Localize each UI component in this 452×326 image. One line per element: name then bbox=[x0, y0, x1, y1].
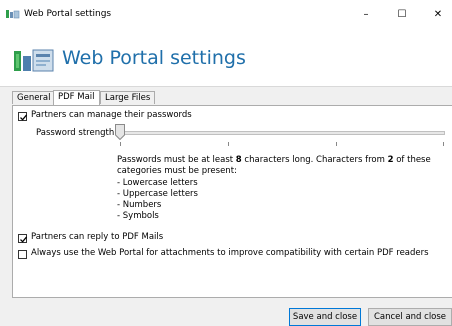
category-item: - Symbols bbox=[117, 211, 159, 222]
checkmark-icon bbox=[20, 236, 28, 243]
save-and-close-button[interactable]: Save and close bbox=[289, 308, 361, 326]
always-use-portal-label: Always use the Web Portal for attachment… bbox=[31, 248, 429, 258]
slider-tick bbox=[228, 142, 229, 146]
window-title: Web Portal settings bbox=[24, 9, 112, 19]
title-bar: Web Portal settings – ☐ ✕ bbox=[0, 0, 452, 28]
maximize-icon: ☐ bbox=[397, 8, 407, 20]
password-strength-label: Password strength bbox=[36, 128, 115, 138]
close-button[interactable]: ✕ bbox=[420, 0, 452, 28]
cancel-and-close-button[interactable]: Cancel and close bbox=[368, 308, 452, 326]
reply-to-pdf-label: Partners can reply to PDF Mails bbox=[31, 232, 164, 242]
minimize-icon: – bbox=[363, 8, 369, 20]
password-strength-slider-thumb[interactable] bbox=[115, 124, 125, 141]
manage-passwords-label: Partners can manage their passwords bbox=[31, 110, 192, 120]
slider-tick bbox=[120, 142, 121, 146]
tab-general[interactable]: General bbox=[12, 91, 56, 104]
category-item: - Lowercase letters bbox=[117, 177, 198, 188]
tab-large-files[interactable]: Large Files bbox=[100, 91, 156, 104]
maximize-button[interactable]: ☐ bbox=[384, 0, 420, 28]
password-requirements-text: Passwords must be at least 8 characters … bbox=[117, 155, 437, 223]
manage-passwords-checkbox[interactable] bbox=[18, 112, 28, 121]
reply-to-pdf-checkbox[interactable] bbox=[18, 234, 28, 243]
minimize-button[interactable]: – bbox=[348, 0, 384, 28]
password-strength-slider-track[interactable] bbox=[117, 131, 445, 135]
checkmark-icon bbox=[20, 114, 28, 121]
settings-window: Web Portal settings – ☐ ✕ Web Portal set… bbox=[0, 0, 452, 326]
close-icon: ✕ bbox=[433, 8, 443, 20]
category-item: - Numbers bbox=[117, 200, 162, 211]
category-item: - Uppercase letters bbox=[117, 188, 198, 199]
slider-tick bbox=[443, 142, 444, 146]
requirements-line-1: Passwords must be at least 8 characters … bbox=[117, 155, 431, 165]
web-portal-icon bbox=[6, 9, 20, 19]
requirements-line-2: categories must be present: bbox=[117, 166, 237, 177]
tab-pdf-mail[interactable]: PDF Mail bbox=[53, 90, 100, 105]
slider-tick bbox=[336, 142, 337, 146]
page-title: Web Portal settings bbox=[62, 47, 246, 69]
web-portal-icon bbox=[14, 48, 54, 72]
always-use-portal-checkbox[interactable] bbox=[18, 250, 27, 259]
page-header: Web Portal settings bbox=[0, 28, 452, 87]
